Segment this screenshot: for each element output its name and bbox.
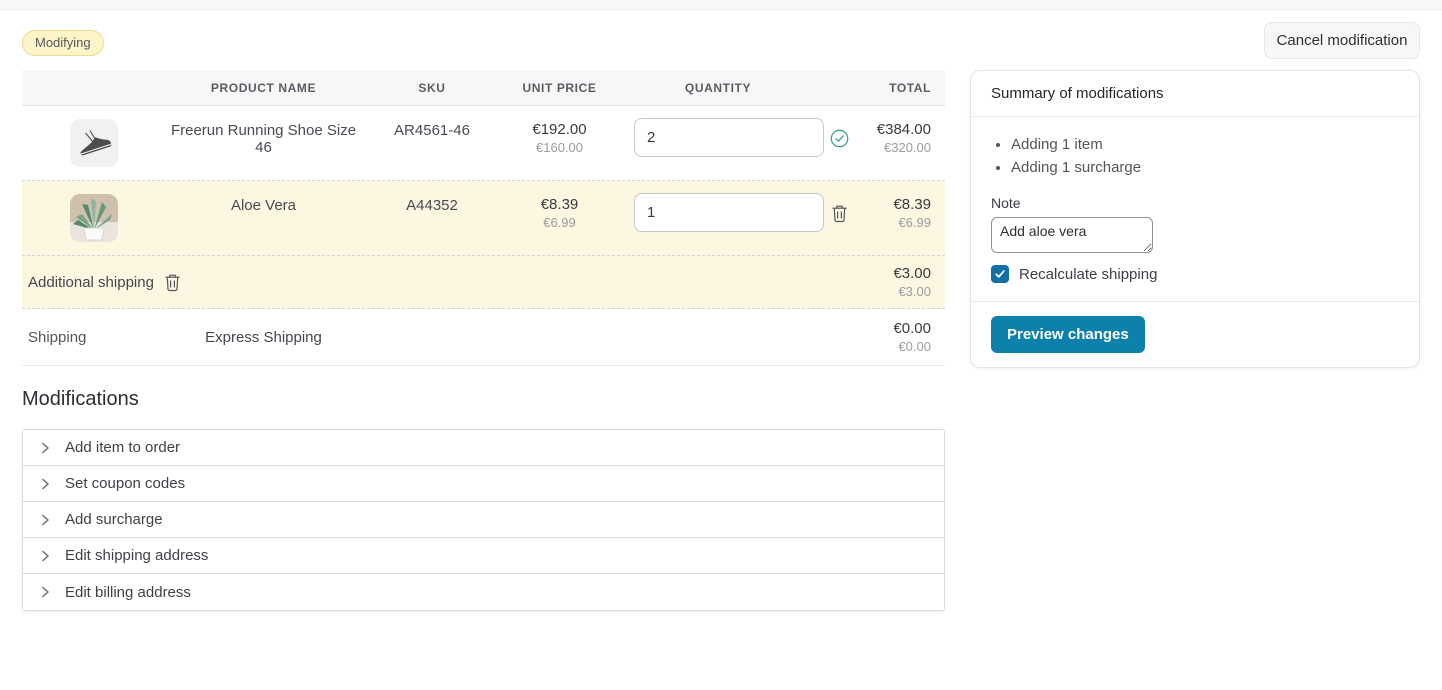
accordion-item-label: Edit shipping address <box>65 547 208 564</box>
shipping-total-gross: €0.00 <box>362 320 931 337</box>
summary-title: Summary of modifications <box>971 71 1419 117</box>
surcharge-label: Additional shipping <box>28 274 154 291</box>
modifications-accordion: Add item to order Set coupon codes Add s… <box>22 429 945 611</box>
accordion-item-edit-shipping-address[interactable]: Edit shipping address <box>23 538 944 574</box>
line-total-net: €320.00 <box>859 140 931 155</box>
recalculate-shipping-checkbox[interactable] <box>991 265 1009 283</box>
accordion-item-coupon-codes[interactable]: Set coupon codes <box>23 466 944 502</box>
accordion-item-label: Edit billing address <box>65 584 191 601</box>
order-items-table: PRODUCT NAME SKU UNIT PRICE QUANTITY TOT… <box>22 70 945 366</box>
product-name: Aloe Vera <box>165 181 362 255</box>
summary-bullet-list: Adding 1 item Adding 1 surcharge <box>991 133 1399 179</box>
quantity-input[interactable] <box>634 193 824 232</box>
unit-price-gross: €8.39 <box>502 196 617 213</box>
check-circle-icon <box>830 129 849 180</box>
column-header-sku: SKU <box>362 70 502 105</box>
column-header-quantity: QUANTITY <box>617 70 819 105</box>
quantity-input[interactable] <box>634 118 824 157</box>
chevron-right-icon <box>37 440 53 456</box>
recalculate-shipping-label: Recalculate shipping <box>1019 266 1157 283</box>
accordion-item-add-item[interactable]: Add item to order <box>23 430 944 466</box>
cancel-modification-button[interactable]: Cancel modification <box>1264 22 1420 59</box>
surcharge-total-net: €3.00 <box>893 284 931 299</box>
preview-changes-button[interactable]: Preview changes <box>991 316 1145 353</box>
top-bar <box>0 0 1442 10</box>
accordion-item-edit-billing-address[interactable]: Edit billing address <box>23 574 944 610</box>
accordion-item-label: Add surcharge <box>65 511 163 528</box>
shipping-label: Shipping <box>22 329 165 346</box>
line-total-gross: €384.00 <box>859 121 931 138</box>
product-sku: AR4561-46 <box>362 106 502 180</box>
surcharge-total-gross: €3.00 <box>893 265 931 282</box>
trash-icon[interactable] <box>164 273 181 292</box>
summary-bullet: Adding 1 item <box>1011 133 1399 156</box>
trash-icon[interactable] <box>831 204 848 255</box>
line-total-net: €6.99 <box>859 215 931 230</box>
summary-bullet: Adding 1 surcharge <box>1011 156 1399 179</box>
accordion-item-add-surcharge[interactable]: Add surcharge <box>23 502 944 538</box>
column-header-unit-price: UNIT PRICE <box>502 70 617 105</box>
accordion-item-label: Add item to order <box>65 439 180 456</box>
chevron-right-icon <box>37 548 53 564</box>
chevron-right-icon <box>37 476 53 492</box>
chevron-right-icon <box>37 512 53 528</box>
note-label: Note <box>991 195 1399 211</box>
surcharge-row: Additional shipping €3.00 €3.00 <box>22 256 945 309</box>
product-sku: A44352 <box>362 181 502 255</box>
unit-price-gross: €192.00 <box>502 121 617 138</box>
column-header-total: TOTAL <box>859 70 945 105</box>
shipping-method: Express Shipping <box>165 329 362 346</box>
chevron-right-icon <box>37 584 53 600</box>
note-textarea[interactable]: Add aloe vera <box>991 217 1153 253</box>
modifications-title: Modifications <box>22 388 139 411</box>
product-image-aloe-vera <box>70 194 118 242</box>
summary-card: Summary of modifications Adding 1 item A… <box>970 70 1420 368</box>
column-header-action <box>819 70 859 105</box>
product-name: Freerun Running Shoe Size 46 <box>165 106 362 180</box>
column-header-product-name: PRODUCT NAME <box>165 70 362 105</box>
table-row: Freerun Running Shoe Size 46 AR4561-46 €… <box>22 106 945 181</box>
column-header-image <box>22 70 165 105</box>
product-image-running-shoe <box>70 119 118 167</box>
line-total-gross: €8.39 <box>859 196 931 213</box>
shipping-total-net: €0.00 <box>362 339 931 354</box>
table-row: Aloe Vera A44352 €8.39 €6.99 €8.39 €6.99 <box>22 181 945 256</box>
shipping-row: Shipping Express Shipping €0.00 €0.00 <box>22 309 945 366</box>
unit-price-net: €160.00 <box>502 140 617 155</box>
unit-price-net: €6.99 <box>502 215 617 230</box>
status-badge: Modifying <box>22 30 104 56</box>
table-header-row: PRODUCT NAME SKU UNIT PRICE QUANTITY TOT… <box>22 70 945 106</box>
accordion-item-label: Set coupon codes <box>65 475 185 492</box>
